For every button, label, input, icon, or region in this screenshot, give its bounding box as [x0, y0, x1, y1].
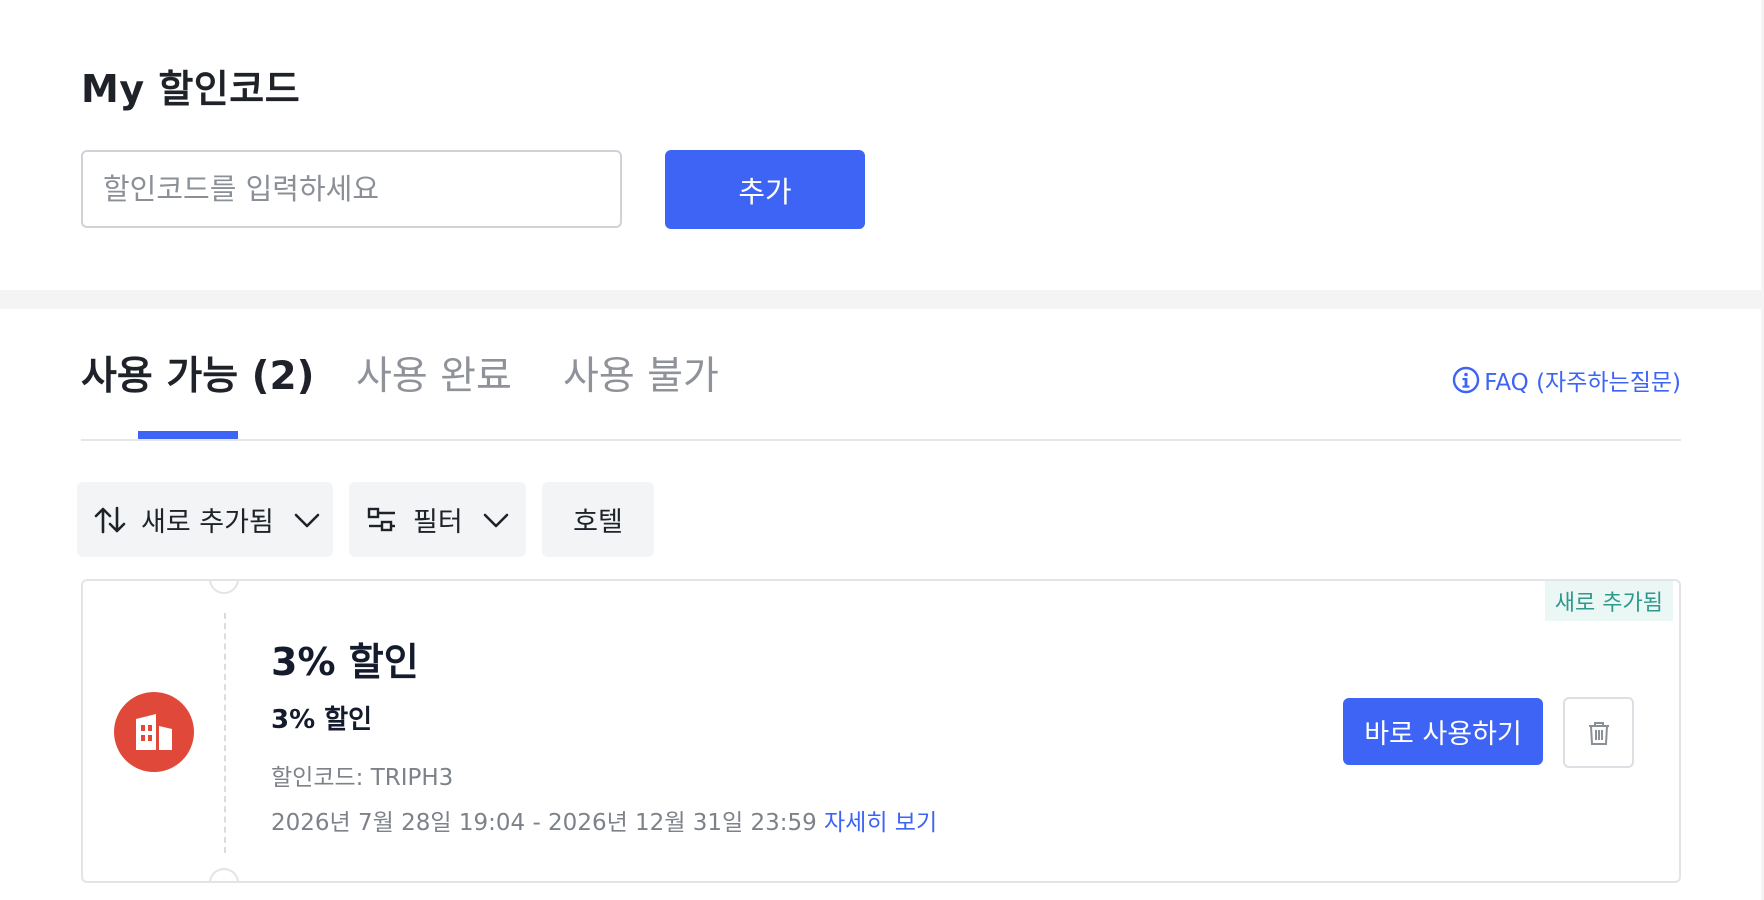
- ticket-notch-bottom: [209, 868, 239, 881]
- filter-dropdown[interactable]: 필터: [349, 482, 526, 557]
- chevron-down-icon: [294, 513, 320, 527]
- ticket-divider: [224, 613, 226, 853]
- hotel-building-icon: [114, 692, 194, 772]
- discount-code-header-panel: My 할인코드 추가: [0, 0, 1761, 290]
- discount-code-input[interactable]: [81, 150, 622, 228]
- chevron-down-icon: [483, 513, 508, 527]
- sort-dropdown[interactable]: 새로 추가됨: [77, 482, 333, 557]
- coupon-subtitle: 3% 할인: [271, 705, 373, 735]
- tab-available[interactable]: 사용 가능 (2): [81, 345, 314, 401]
- page-title: My 할인코드: [81, 67, 301, 111]
- coupon-title: 3% 할인: [271, 640, 419, 684]
- tab-used[interactable]: 사용 완료: [356, 345, 512, 401]
- tab-unavailable[interactable]: 사용 불가: [563, 345, 719, 401]
- active-tab-indicator: [138, 431, 238, 439]
- coupon-details-link[interactable]: 자세히 보기: [824, 803, 937, 837]
- coupon-status-tabs: 사용 가능 (2) 사용 완료 사용 불가: [81, 345, 1681, 440]
- info-circle-icon: [1453, 366, 1480, 394]
- ticket-notch-top: [209, 581, 239, 594]
- use-now-button[interactable]: 바로 사용하기: [1343, 698, 1543, 765]
- add-code-button[interactable]: 추가: [665, 150, 865, 229]
- new-badge: 새로 추가됨: [1544, 581, 1673, 621]
- trash-icon: [1588, 721, 1609, 745]
- coupon-card: 3% 할인 3% 할인 할인코드: TRIPH3 2026년 7월 28일 19…: [81, 579, 1681, 883]
- faq-link[interactable]: FAQ (자주하는질문): [1452, 363, 1681, 397]
- hotel-category-chip[interactable]: 호텔: [542, 482, 654, 557]
- filter-sliders-icon: [367, 507, 395, 531]
- tabs-divider: [81, 439, 1681, 441]
- coupon-code: 할인코드: TRIPH3: [271, 765, 454, 791]
- filter-label: 필터: [413, 507, 463, 538]
- sort-arrows-icon: [94, 506, 126, 533]
- sort-label: 새로 추가됨: [141, 507, 274, 538]
- faq-label: FAQ (자주하는질문): [1484, 370, 1681, 396]
- delete-coupon-button[interactable]: [1563, 697, 1634, 768]
- coupon-validity-period: 2026년 7월 28일 19:04 - 2026년 12월 31일 23:59: [271, 810, 817, 836]
- hotel-chip-label: 호텔: [573, 507, 623, 538]
